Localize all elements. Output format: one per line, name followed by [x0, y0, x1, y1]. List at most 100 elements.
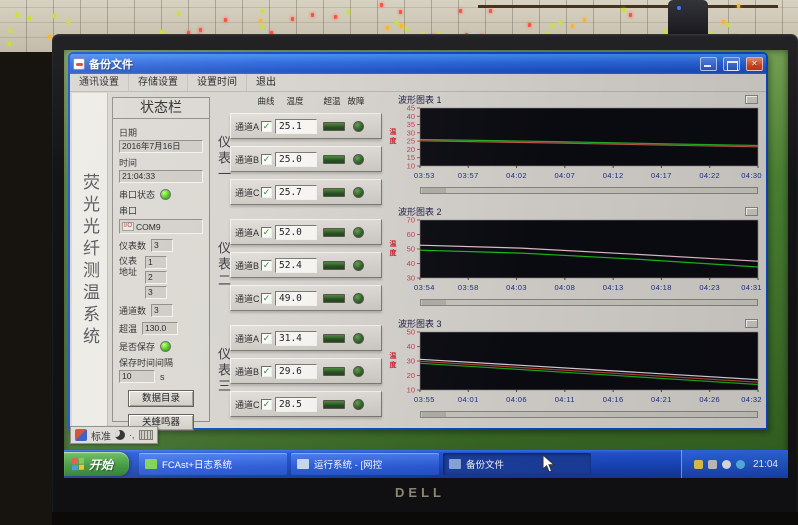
- instrument-group-1: 仪表一 通道A 25.1 通道B 25.0: [214, 109, 382, 209]
- dell-logo: DELL: [52, 485, 788, 500]
- svg-text:40: 40: [407, 112, 415, 121]
- curve-checkbox[interactable]: [261, 121, 272, 132]
- svg-text:04:13: 04:13: [603, 283, 624, 292]
- svg-text:04:17: 04:17: [651, 171, 672, 180]
- window-title: 备份文件: [89, 56, 133, 72]
- taskbar-item-backup-file[interactable]: 备份文件: [443, 453, 591, 475]
- channel-label: 通道A: [235, 332, 261, 345]
- menu-comm-settings[interactable]: 通讯设置: [70, 74, 128, 91]
- svg-text:04:11: 04:11: [555, 395, 575, 404]
- fault-led: [353, 399, 364, 410]
- fault-led: [353, 187, 364, 198]
- serial-status-label: 串口状态: [119, 188, 155, 201]
- waveform-chart-2: 波形图表 2 3040506070温度03:5403:5804:0304:080…: [384, 205, 762, 311]
- svg-text:温: 温: [390, 351, 397, 360]
- svg-text:45: 45: [407, 105, 415, 113]
- window-title-bar[interactable]: 备份文件: [70, 54, 766, 74]
- menu-exit[interactable]: 退出: [246, 74, 285, 91]
- svg-text:40: 40: [407, 342, 415, 351]
- curve-checkbox[interactable]: [261, 333, 272, 344]
- svg-text:35: 35: [407, 120, 415, 129]
- chart-canvas: 1015202530354045温度03:5303:5704:0204:0704…: [384, 105, 770, 187]
- channel-label: 通道C: [235, 398, 261, 411]
- screen: 备份文件 通讯设置 存储设置 设置时间 退出 荧光光纤测温系统 状态栏 日期: [64, 50, 788, 478]
- app-icon: [145, 459, 157, 469]
- chart-scrollbar[interactable]: [420, 411, 758, 418]
- save-interval-input[interactable]: 10: [119, 370, 155, 383]
- curve-checkbox[interactable]: [261, 399, 272, 410]
- svg-text:30: 30: [407, 357, 415, 366]
- desk-shadow: [52, 512, 798, 525]
- curve-checkbox[interactable]: [261, 260, 272, 271]
- ime-fullwidth-icon[interactable]: [115, 430, 125, 440]
- overtemp-led: [323, 261, 345, 270]
- start-button[interactable]: 开始: [64, 452, 129, 476]
- channel-row: 通道C 28.5: [230, 391, 382, 417]
- monitor-bezel: 备份文件 通讯设置 存储设置 设置时间 退出 荧光光纤测温系统 状态栏 日期: [52, 34, 798, 525]
- menu-set-time[interactable]: 设置时间: [187, 74, 246, 91]
- svg-text:20: 20: [407, 145, 415, 154]
- taskbar-item-log-system[interactable]: FCAst+日志系统: [139, 453, 287, 475]
- tray-clock: 21:04: [753, 459, 778, 470]
- svg-text:30: 30: [407, 128, 415, 137]
- time-value: 21:04:33: [119, 170, 203, 183]
- chart-scrollbar[interactable]: [420, 299, 758, 306]
- minimize-button[interactable]: [700, 57, 717, 71]
- ime-punctuation-icon[interactable]: ·,: [129, 430, 135, 440]
- time-label: 时间: [119, 156, 203, 169]
- status-panel-title: 状态栏: [113, 98, 209, 119]
- overtemp-led: [323, 228, 345, 237]
- temp-value: 49.0: [275, 291, 317, 306]
- mouse-cursor: [542, 454, 556, 474]
- windows-logo-icon: [72, 458, 84, 471]
- ime-mode-label[interactable]: 标准: [91, 428, 111, 443]
- status-panel: 状态栏 日期 2016年7月16日 时间 21:04:33 串口状态 串口 I/…: [112, 97, 210, 422]
- curve-checkbox[interactable]: [261, 154, 272, 165]
- svg-text:03:54: 03:54: [414, 283, 435, 292]
- instrument-addr-input-1[interactable]: 1: [145, 256, 167, 269]
- menu-storage-settings[interactable]: 存储设置: [128, 74, 187, 91]
- ime-logo-icon[interactable]: [75, 429, 87, 441]
- window-icon: [73, 58, 85, 70]
- chart-tool-button[interactable]: [745, 95, 758, 104]
- channel-row: 通道B 52.4: [230, 252, 382, 278]
- svg-text:20: 20: [407, 371, 415, 380]
- chart-scrollbar[interactable]: [420, 187, 758, 194]
- channel-count-input[interactable]: 3: [151, 304, 173, 317]
- chart-tool-button[interactable]: [745, 207, 758, 216]
- tray-icon-3[interactable]: [722, 460, 731, 469]
- menu-bar: 通讯设置 存储设置 设置时间 退出: [70, 74, 766, 92]
- close-button[interactable]: [746, 57, 763, 71]
- svg-text:60: 60: [407, 230, 415, 239]
- svg-text:04:03: 04:03: [506, 283, 527, 292]
- instrument-addr-input-2[interactable]: 2: [145, 271, 167, 284]
- header-fault: 故障: [347, 95, 364, 107]
- instrument-addr-input-3[interactable]: 3: [145, 286, 167, 299]
- channel-row: 通道B 25.0: [230, 146, 382, 172]
- tray-icon-2[interactable]: [708, 460, 717, 469]
- waveform-chart-1: 波形图表 1 1015202530354045温度03:5303:5704:02…: [384, 93, 762, 199]
- curve-checkbox[interactable]: [261, 187, 272, 198]
- svg-text:04:07: 04:07: [554, 171, 575, 180]
- data-directory-button[interactable]: 数据目录: [128, 390, 194, 407]
- curve-checkbox[interactable]: [261, 227, 272, 238]
- chart-title: 波形图表 1: [398, 93, 442, 106]
- instrument-count-input[interactable]: 3: [151, 239, 173, 252]
- fault-led: [353, 154, 364, 165]
- tray-volume-icon[interactable]: [736, 460, 745, 469]
- channel-row: 通道C 25.7: [230, 179, 382, 205]
- serial-port-select[interactable]: I/O COM9: [119, 219, 203, 234]
- svg-text:03:55: 03:55: [414, 395, 435, 404]
- fault-led: [353, 260, 364, 271]
- ime-keyboard-icon[interactable]: [139, 430, 153, 440]
- chart-tool-button[interactable]: [745, 319, 758, 328]
- maximize-button[interactable]: [723, 57, 740, 71]
- fault-led: [353, 121, 364, 132]
- system-tray: 21:04: [681, 450, 788, 478]
- curve-checkbox[interactable]: [261, 366, 272, 377]
- curve-checkbox[interactable]: [261, 293, 272, 304]
- io-icon: I/O: [122, 222, 134, 231]
- taskbar-item-run-system[interactable]: 运行系统 - [网控: [291, 453, 439, 475]
- overtemp-input[interactable]: 130.0: [142, 322, 178, 335]
- tray-icon-1[interactable]: [694, 460, 703, 469]
